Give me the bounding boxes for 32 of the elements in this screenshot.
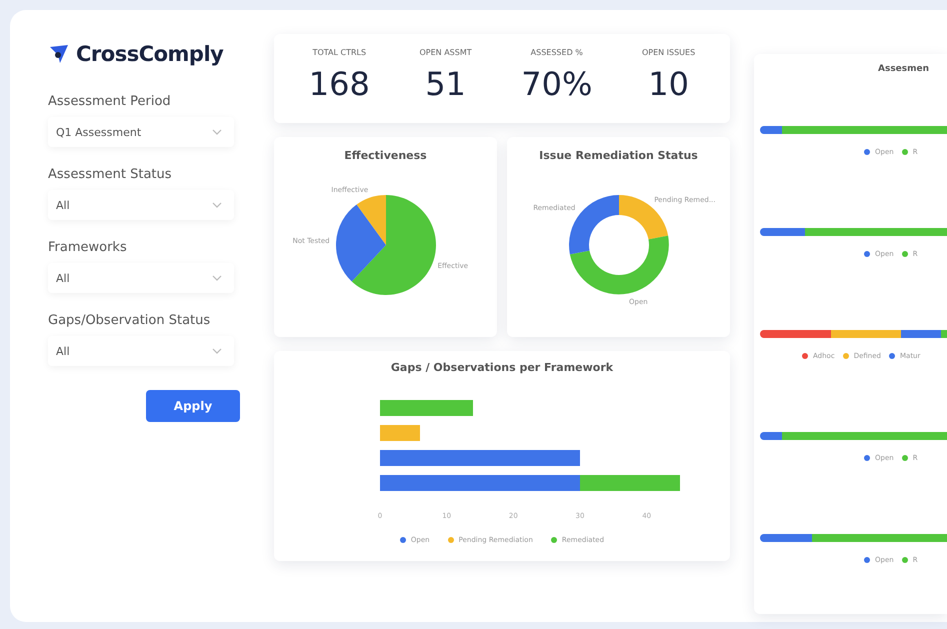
filter-label: Gaps/Observation Status [48, 313, 212, 328]
pie-slice [356, 195, 386, 245]
apply-button[interactable]: Apply [146, 390, 240, 422]
dropdown-field[interactable]: All [48, 190, 234, 220]
dropdown-field[interactable]: Q1 Assessment [48, 117, 234, 147]
filter-label: Frameworks [48, 240, 128, 255]
brand-name: CrossComply [76, 42, 224, 66]
chevron-icon [212, 348, 222, 354]
kpi-value: 51 [425, 65, 466, 103]
kpi-label: ASSESSED % [530, 48, 583, 57]
bar [380, 425, 420, 441]
chart-title: Gaps / Observations per Framework [390, 361, 614, 374]
kpi-label: OPEN ISSUES [642, 48, 696, 57]
kpi-label: OPEN ASSMT [419, 48, 472, 57]
panel-title: Assesmen [878, 64, 930, 74]
chart-title: Issue Remediation Status [539, 149, 698, 162]
kpi-value: 168 [308, 65, 370, 103]
chevron-icon [212, 202, 222, 208]
filter-label: Assessment Period [48, 94, 172, 109]
kpi-value: 10 [648, 65, 689, 103]
dropdown-field[interactable]: All [48, 336, 234, 366]
logo-icon [48, 43, 70, 65]
chevron-icon [212, 275, 222, 281]
chevron-icon [212, 129, 222, 135]
donut-slice [569, 236, 668, 294]
kpi-label: TOTAL CTRLS [312, 48, 366, 57]
filter-label: Assessment Status [48, 167, 173, 182]
pie-slice [351, 195, 436, 295]
kpi-value: 70% [521, 65, 592, 103]
dropdown-field[interactable]: All [48, 263, 234, 293]
pie-slice [336, 204, 386, 282]
chart-title: Effectiveness [344, 149, 427, 162]
